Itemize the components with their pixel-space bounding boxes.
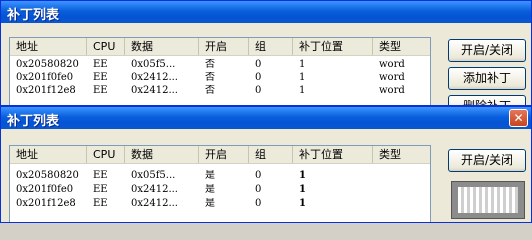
column-header-address[interactable]: 地址: [10, 38, 87, 55]
cell-data: 0x2412...: [131, 85, 178, 96]
cell-enabled: 是: [205, 184, 215, 195]
preview-image: [458, 187, 518, 213]
cell-patch-position: 1: [299, 85, 306, 96]
cell-address: 0x201f12e8: [16, 85, 76, 96]
toggle-patch-button[interactable]: 开启/关闭: [448, 39, 526, 62]
cell-type: [373, 198, 430, 210]
cell-type: word: [379, 59, 405, 70]
cell-group: 0: [255, 72, 262, 83]
table-header: 地址 CPU 数据 开启 组 补丁位置 类型: [10, 146, 430, 164]
cell-patch-position: 1: [299, 72, 306, 83]
column-header-patch-position[interactable]: 补丁位置: [293, 146, 373, 163]
cell-address: 0x201f12e8: [16, 198, 76, 209]
title-bar: 补丁列表 ✕: [1, 107, 531, 129]
preview-thumbnail: [451, 181, 525, 219]
column-header-type[interactable]: 类型: [373, 146, 430, 163]
column-header-cpu[interactable]: CPU: [87, 146, 125, 163]
cell-address: 0x201f0fe0: [16, 72, 74, 83]
cell-data: 0x2412...: [131, 184, 178, 195]
cell-data: 0x2412...: [131, 198, 178, 209]
cell-enabled: 否: [205, 85, 215, 96]
cell-data: 0x2412...: [131, 72, 178, 83]
table-row[interactable]: 0x201f0fe0 EE 0x2412... 否 0 1 word: [10, 72, 430, 84]
add-patch-button[interactable]: 添加补丁: [448, 67, 526, 90]
table-row[interactable]: 0x201f0fe0 EE 0x2412... 是 0 1: [10, 184, 430, 196]
cell-cpu: EE: [93, 85, 108, 96]
cell-enabled: 是: [205, 198, 215, 209]
cell-enabled: 是: [205, 170, 215, 181]
cell-cpu: EE: [93, 72, 108, 83]
cell-group: 0: [255, 198, 262, 209]
cell-group: 0: [255, 59, 262, 70]
patch-list-window-enabled-off: 补丁列表 地址 CPU 数据 开启 组 补丁位置 类型 0x20580820 E…: [0, 0, 532, 106]
table-row[interactable]: 0x20580820 EE 0x05f5... 是 0 1: [10, 170, 430, 182]
column-header-data[interactable]: 数据: [125, 146, 199, 163]
cell-group: 0: [255, 85, 262, 96]
cell-type: word: [379, 72, 405, 83]
window-title: 补丁列表: [7, 114, 60, 129]
table-header: 地址 CPU 数据 开启 组 补丁位置 类型: [10, 38, 430, 56]
patch-list-table[interactable]: 地址 CPU 数据 开启 组 补丁位置 类型 0x20580820 EE 0x0…: [9, 145, 431, 222]
column-header-type[interactable]: 类型: [373, 38, 430, 55]
cell-cpu: EE: [93, 184, 108, 195]
patch-list-window-enabled-on: 补丁列表 ✕ 地址 CPU 数据 开启 组 补丁位置 类型 0x20580820…: [0, 106, 532, 223]
cell-address: 0x20580820: [16, 59, 79, 70]
column-header-address[interactable]: 地址: [10, 146, 87, 163]
close-icon[interactable]: ✕: [509, 109, 528, 127]
cell-patch-position: 1: [299, 198, 306, 209]
toggle-patch-button[interactable]: 开启/关闭: [448, 149, 526, 172]
cell-type: word: [379, 85, 405, 96]
cell-enabled: 否: [205, 59, 215, 70]
column-header-patch-position[interactable]: 补丁位置: [293, 38, 373, 55]
table-row[interactable]: 0x201f12e8 EE 0x2412... 否 0 1 word: [10, 85, 430, 97]
cell-cpu: EE: [93, 198, 108, 209]
cell-cpu: EE: [93, 170, 108, 181]
cell-type: [373, 170, 430, 182]
cell-patch-position: 1: [299, 170, 306, 181]
patch-list-table[interactable]: 地址 CPU 数据 开启 组 补丁位置 类型 0x20580820 EE 0x0…: [9, 37, 431, 105]
cell-group: 0: [255, 170, 262, 181]
column-header-data[interactable]: 数据: [125, 38, 199, 55]
window-title: 补丁列表: [7, 8, 60, 23]
title-bar: 补丁列表: [1, 1, 531, 23]
cell-patch-position: 1: [299, 184, 306, 195]
cell-type: [373, 184, 430, 196]
cell-group: 0: [255, 184, 262, 195]
column-header-group[interactable]: 组: [249, 38, 293, 55]
cell-enabled: 否: [205, 72, 215, 83]
column-header-enabled[interactable]: 开启: [199, 146, 249, 163]
column-header-group[interactable]: 组: [249, 146, 293, 163]
cell-address: 0x20580820: [16, 170, 79, 181]
cell-cpu: EE: [93, 59, 108, 70]
cell-patch-position: 1: [299, 59, 306, 70]
delete-patch-button[interactable]: 删除补丁: [448, 95, 526, 105]
table-row[interactable]: 0x20580820 EE 0x05f5... 否 0 1 word: [10, 59, 430, 71]
cell-data: 0x05f5...: [131, 170, 176, 181]
cell-address: 0x201f0fe0: [16, 184, 74, 195]
table-row[interactable]: 0x201f12e8 EE 0x2412... 是 0 1: [10, 198, 430, 210]
column-header-enabled[interactable]: 开启: [199, 38, 249, 55]
cell-data: 0x05f5...: [131, 59, 176, 70]
column-header-cpu[interactable]: CPU: [87, 38, 125, 55]
